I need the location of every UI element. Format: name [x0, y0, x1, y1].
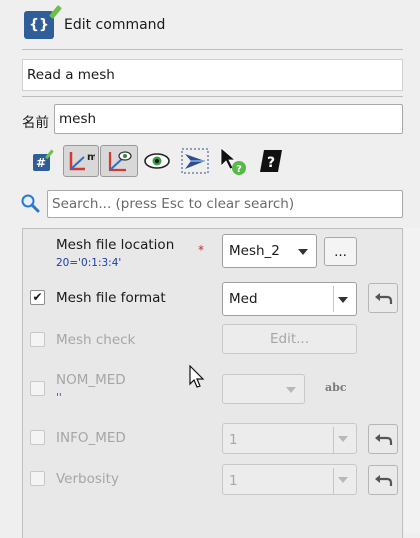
mesh-file-format-checkbox[interactable]: ✔: [30, 290, 45, 305]
edit-command-icon: {}: [24, 5, 62, 39]
related-objects-button[interactable]: [100, 145, 138, 177]
undo-icon: [375, 293, 393, 304]
info-med-combo[interactable]: 1: [222, 423, 357, 454]
concept-link-icon: m: [69, 152, 95, 171]
command-edit-icon: #: [33, 149, 54, 171]
mesh-check-edit-button[interactable]: Edit...: [222, 324, 357, 354]
abc-text-type-icon: abc: [325, 381, 347, 394]
required-marker: *: [198, 243, 204, 257]
name-input[interactable]: mesh: [54, 104, 403, 134]
chevron-down-icon: [338, 436, 348, 442]
svg-text:?: ?: [236, 164, 242, 175]
info-med-checkbox[interactable]: [30, 430, 45, 445]
mesh-file-format-selected: Med: [229, 291, 258, 307]
svg-text:m: m: [87, 152, 95, 163]
documentation-icon: ?: [260, 150, 282, 172]
whats-this-help-icon: ?: [220, 147, 246, 175]
undo-icon: [375, 434, 393, 445]
svg-text:#: #: [36, 156, 46, 170]
view-3d-icon: [181, 148, 209, 174]
description-divider: [22, 96, 403, 97]
chevron-down-icon: [286, 387, 296, 393]
command-edit-button[interactable]: #: [28, 145, 58, 177]
svg-text:?: ?: [267, 155, 275, 171]
nom-med-combo[interactable]: [222, 374, 305, 404]
undo-icon: [375, 475, 393, 486]
mesh-file-location-label: Mesh file location: [56, 237, 175, 253]
mesh-file-format-label: Mesh file format: [56, 290, 166, 306]
verbosity-label: Verbosity: [56, 471, 119, 487]
name-label: 名前: [22, 115, 49, 131]
nom-med-checkbox[interactable]: [30, 381, 45, 396]
show-result-button[interactable]: [142, 145, 172, 177]
search-input[interactable]: Search... (press Esc to clear search): [47, 190, 403, 218]
mesh-check-checkbox[interactable]: [30, 332, 45, 347]
dialog-title: Edit command: [64, 17, 166, 33]
nom-med-label: NOM_MED: [56, 372, 126, 388]
panel-scrollbar[interactable]: [404, 228, 420, 533]
reset-info-med-button[interactable]: [368, 424, 398, 454]
mesh-file-location-selected: Mesh_2: [229, 243, 280, 259]
verbosity-selected: 1: [229, 473, 238, 489]
mesh-file-location-combo[interactable]: Mesh_2: [222, 234, 317, 268]
mesh-file-location-value: 20='0:1:3:4': [56, 257, 122, 269]
concept-link-button[interactable]: m: [63, 145, 99, 177]
combo-separator: [333, 468, 334, 494]
combo-separator: [333, 286, 334, 312]
header-divider: [22, 49, 403, 50]
chevron-down-icon: [338, 477, 348, 483]
reset-verbosity-button[interactable]: [368, 465, 398, 495]
browse-button[interactable]: ...: [324, 237, 357, 266]
mesh-file-format-combo[interactable]: Med: [222, 282, 357, 316]
documentation-button[interactable]: ?: [256, 145, 286, 177]
reset-mesh-file-format-button[interactable]: [368, 283, 398, 313]
eye-icon: [144, 153, 170, 169]
info-med-selected: 1: [229, 432, 238, 448]
verbosity-checkbox[interactable]: [30, 471, 45, 486]
command-description: Read a mesh: [22, 59, 403, 91]
info-med-label: INFO_MED: [56, 430, 126, 446]
whats-this-button[interactable]: ?: [216, 145, 248, 177]
verbosity-combo[interactable]: 1: [222, 464, 357, 495]
view-3d-button[interactable]: [180, 145, 210, 177]
search-icon: [21, 194, 40, 213]
nom-med-value: '': [56, 392, 62, 404]
mesh-check-label: Mesh check: [56, 332, 136, 348]
chevron-down-icon: [338, 297, 348, 303]
combo-separator: [333, 427, 334, 453]
chevron-down-icon: [298, 249, 308, 255]
hide-show-related-icon: [108, 151, 132, 172]
mouse-cursor-icon: [189, 365, 205, 388]
